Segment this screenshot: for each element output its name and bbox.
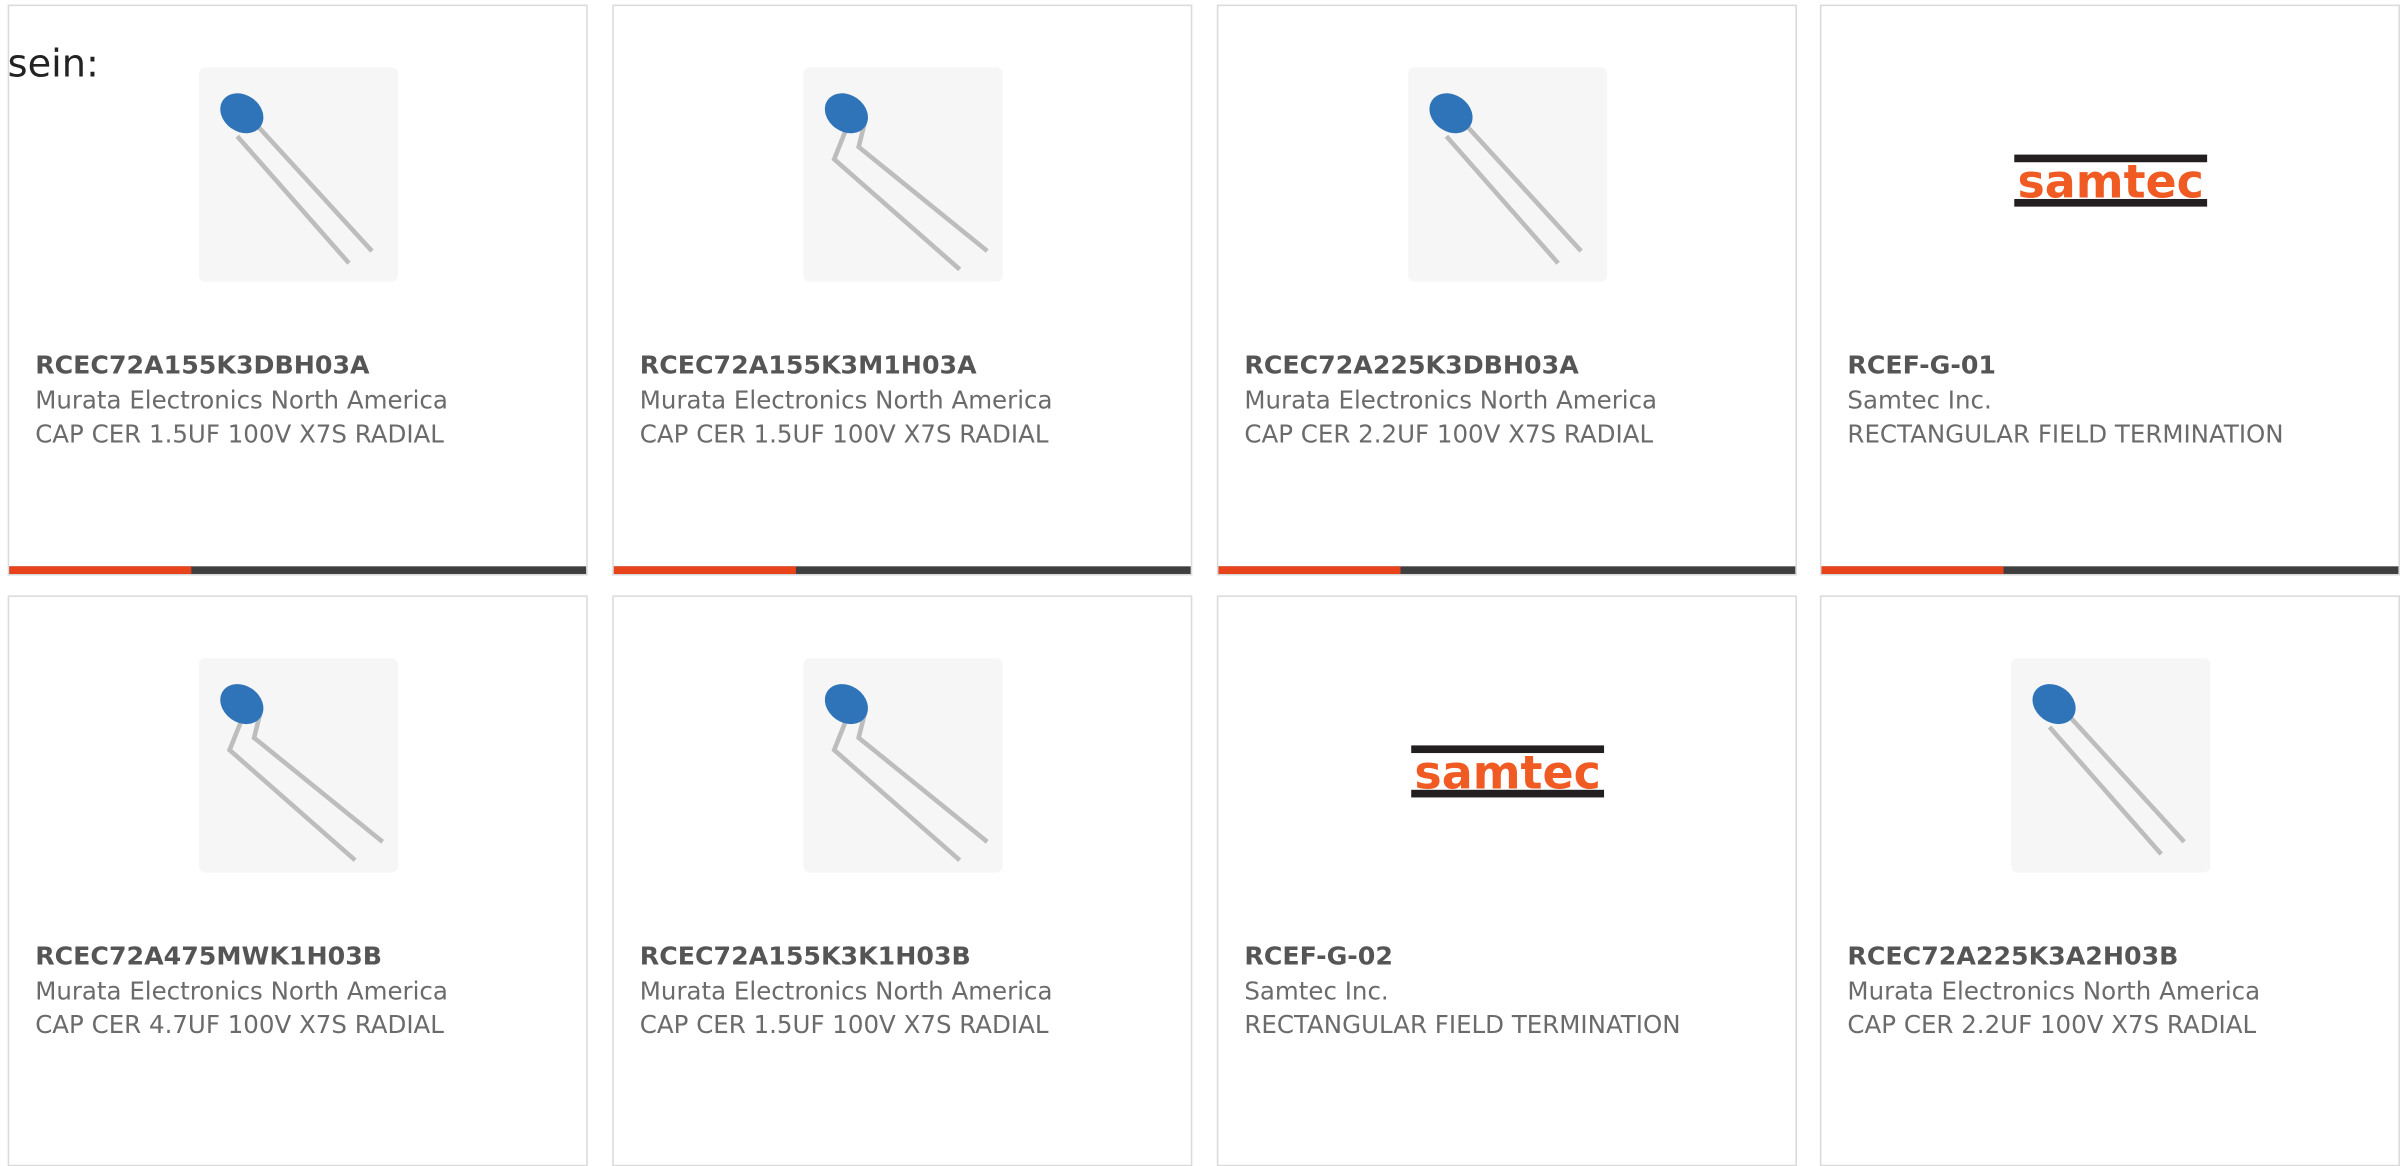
part-number[interactable]: RCEC72A225K3DBH03A bbox=[1244, 349, 1777, 383]
description: CAP CER 4.7UF 100V X7S RADIAL bbox=[35, 1010, 444, 1040]
capacitor-kinked-icon bbox=[614, 67, 1191, 297]
svg-text:samtec: samtec bbox=[1414, 745, 1600, 799]
product-card[interactable]: RCEC72A155K3DBH03A Murata Electronics No… bbox=[7, 4, 588, 576]
capacitor-kinked-icon bbox=[614, 658, 1191, 888]
description: CAP CER 2.2UF 100V X7S RADIAL bbox=[1847, 1010, 2257, 1040]
part-number[interactable]: RCEC72A155K3DBH03A bbox=[35, 349, 568, 383]
product-card[interactable]: RCEC72A225K3DBH03A Murata Electronics No… bbox=[1216, 4, 1797, 576]
svg-text:samtec: samtec bbox=[2017, 154, 2203, 208]
samtec-logo: samtec bbox=[1218, 658, 1795, 888]
description: RECTANGULAR FIELD TERMINATION bbox=[1244, 1010, 1681, 1040]
part-number[interactable]: RCEC72A155K3K1H03B bbox=[640, 940, 1173, 974]
card-bar bbox=[613, 566, 1191, 574]
part-number[interactable]: RCEC72A155K3M1H03A bbox=[640, 349, 1173, 383]
intro-text: sein: bbox=[7, 41, 99, 86]
capacitor-kinked-icon bbox=[9, 658, 586, 888]
product-card[interactable]: RCEC72A475MWK1H03B Murata Electronics No… bbox=[7, 595, 588, 1166]
product-card[interactable]: RCEC72A155K3M1H03A Murata Electronics No… bbox=[612, 4, 1193, 576]
part-number[interactable]: RCEF-G-02 bbox=[1244, 940, 1777, 974]
capacitor-icon bbox=[1821, 658, 2398, 888]
card-bar bbox=[1218, 566, 1796, 574]
manufacturer: Samtec Inc. bbox=[1244, 975, 1389, 1005]
manufacturer: Murata Electronics North America bbox=[35, 384, 448, 415]
description: CAP CER 1.5UF 100V X7S RADIAL bbox=[639, 1010, 1049, 1040]
product-grid: sein: RCEC72A155K3DBH03A Murata Electron… bbox=[0, 0, 2400, 1166]
card-bar bbox=[1821, 566, 2399, 574]
description: CAP CER 1.5UF 100V X7S RADIAL bbox=[639, 419, 1049, 449]
manufacturer: Murata Electronics North America bbox=[35, 975, 448, 1005]
description: CAP CER 2.2UF 100V X7S RADIAL bbox=[1244, 419, 1654, 449]
samtec-logo: samtec bbox=[1821, 67, 2398, 297]
manufacturer: Murata Electronics North America bbox=[639, 975, 1053, 1005]
product-card[interactable]: RCEC72A155K3K1H03B Murata Electronics No… bbox=[612, 595, 1193, 1166]
capacitor-icon bbox=[9, 67, 586, 297]
product-card[interactable]: samtec RCEF-G-02 Samtec Inc. RECTANGULAR… bbox=[1216, 595, 1797, 1166]
description: CAP CER 1.5UF 100V X7S RADIAL bbox=[35, 419, 444, 449]
description: RECTANGULAR FIELD TERMINATION bbox=[1847, 419, 2284, 449]
manufacturer: Samtec Inc. bbox=[1847, 384, 1992, 415]
manufacturer: Murata Electronics North America bbox=[1847, 975, 2261, 1005]
part-number[interactable]: RCEC72A475MWK1H03B bbox=[35, 940, 568, 974]
product-card[interactable]: samtec RCEF-G-01 Samtec Inc. RECTANGULAR… bbox=[1819, 4, 2400, 576]
part-number[interactable]: RCEC72A225K3A2H03B bbox=[1847, 940, 2380, 974]
capacitor-icon bbox=[1218, 67, 1795, 297]
product-card[interactable]: RCEC72A225K3A2H03B Murata Electronics No… bbox=[1819, 595, 2400, 1166]
manufacturer: Murata Electronics North America bbox=[639, 384, 1053, 415]
card-bar bbox=[9, 566, 587, 574]
part-number[interactable]: RCEF-G-01 bbox=[1847, 349, 2380, 383]
manufacturer: Murata Electronics North America bbox=[1244, 384, 1658, 415]
